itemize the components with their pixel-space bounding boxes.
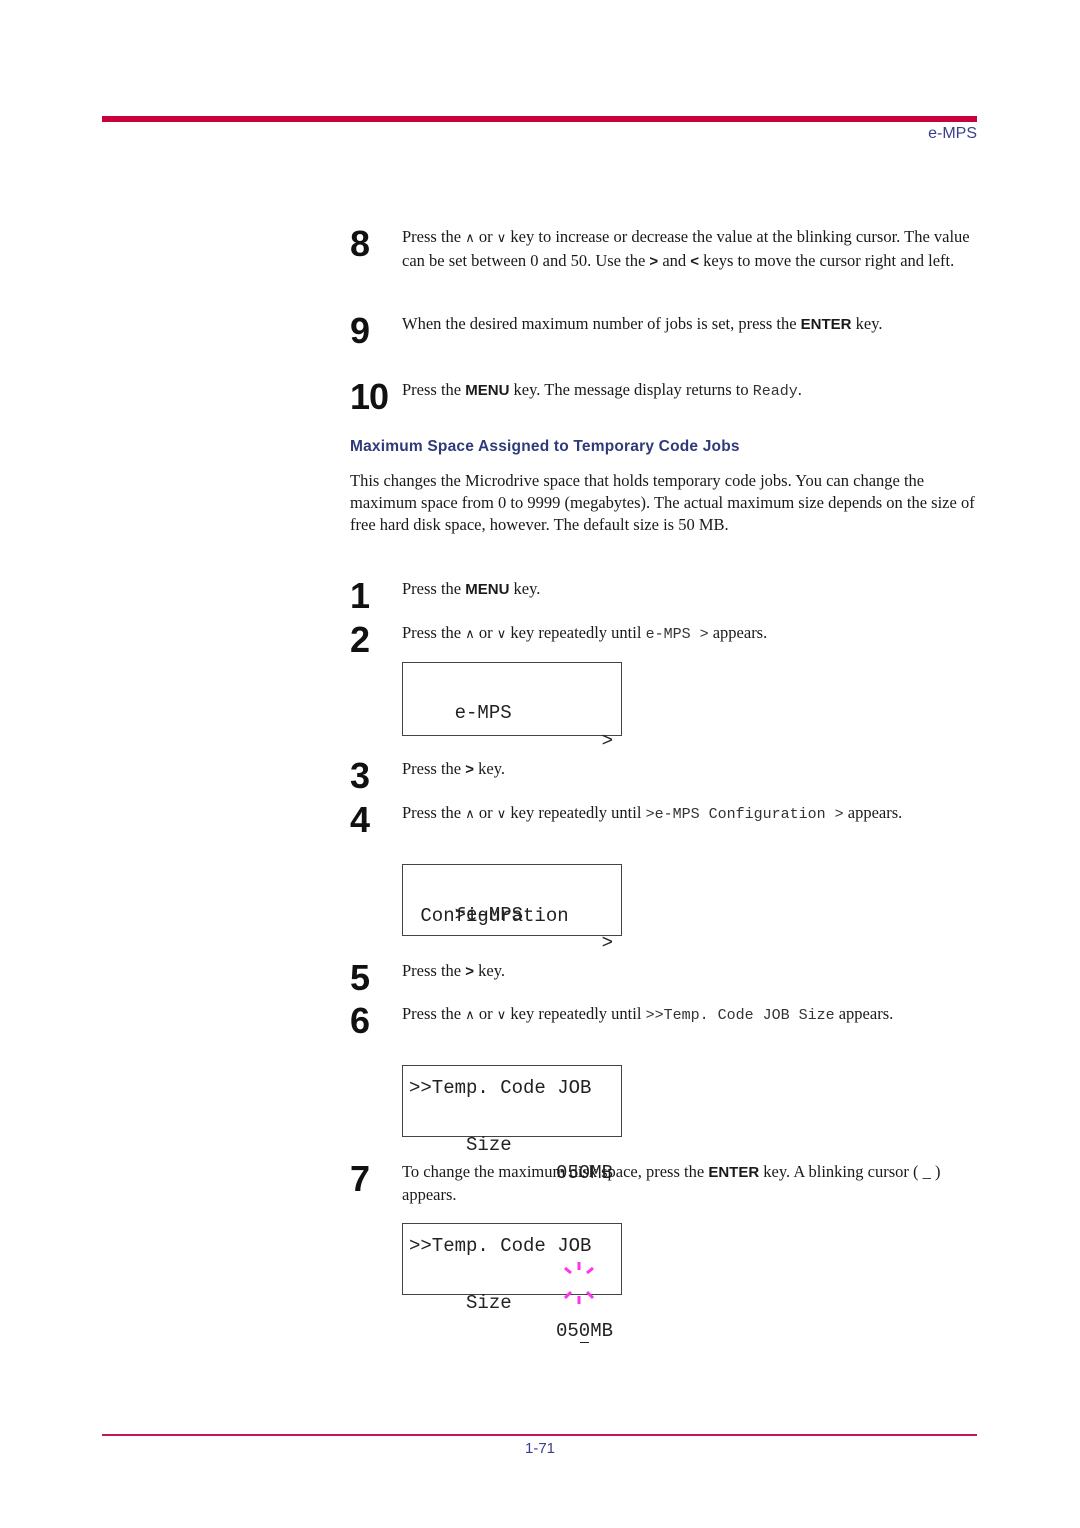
step-text: Press the MENU key. [402, 578, 977, 601]
text: Press the [402, 961, 466, 980]
down-arrow-icon: ∨ [496, 231, 507, 246]
down-arrow-icon: ∨ [496, 627, 507, 642]
step-number: 2 [350, 619, 370, 660]
step-text: Press the ∧ or ∨ key repeatedly until >>… [402, 1003, 977, 1027]
lcd-line-2: Configuration [409, 905, 569, 927]
lcd-display-emps-configuration: >e-MPS > Configuration [402, 864, 622, 954]
text: Press the [402, 803, 466, 822]
text: key repeatedly until [506, 803, 646, 822]
key-label: > [649, 253, 659, 270]
text: key. [509, 579, 541, 598]
header-rule [102, 116, 977, 122]
key-label: ENTER [708, 1164, 760, 1181]
text: Press the [402, 579, 466, 598]
key-label: > [465, 963, 475, 980]
up-arrow-icon: ∧ [465, 231, 475, 246]
ray [564, 1266, 572, 1275]
lcd-line-2 [409, 700, 613, 728]
step-text: To change the maximum disk space, press … [402, 1161, 977, 1206]
blinking-cursor-rays-icon [563, 1262, 595, 1304]
step-text: Press the MENU key. The message display … [402, 379, 977, 403]
text: keys to move the cursor right and left. [699, 251, 955, 270]
lcd-line-1: e-MPS > [454, 702, 613, 752]
section-heading: Maximum Space Assigned to Temporary Code… [350, 438, 740, 455]
text: key. The message display returns to [509, 380, 753, 399]
text: Press the [402, 227, 466, 246]
footer-rule [102, 1434, 977, 1436]
down-arrow-icon: ∨ [496, 1008, 507, 1023]
text: key. [851, 314, 883, 333]
up-arrow-icon: ∧ [465, 807, 475, 822]
step-text: Press the ∧ or ∨ key to increase or decr… [402, 226, 977, 273]
text: or [474, 1004, 497, 1023]
ray [563, 1290, 573, 1300]
text: or [474, 623, 497, 642]
step-number: 6 [350, 1000, 370, 1041]
text: Press the [402, 380, 466, 399]
step-number: 4 [350, 799, 370, 840]
step-text: Press the ∧ or ∨ key repeatedly until >e… [402, 802, 977, 826]
key-label: > [465, 761, 475, 778]
text: Press the [402, 1004, 466, 1023]
down-arrow-icon: ∨ [496, 807, 507, 822]
display-message: >e-MPS Configuration > [645, 806, 844, 823]
text: appears. [708, 623, 768, 642]
key-label: MENU [465, 581, 510, 598]
step-number: 3 [350, 755, 370, 796]
text: key repeatedly until [506, 1004, 646, 1023]
lcd-line-1: >>Temp. Code JOB [409, 1077, 592, 1099]
text: or [474, 227, 497, 246]
step-text: Press the > key. [402, 758, 977, 781]
text: Press the [402, 759, 466, 778]
up-arrow-icon: ∧ [465, 627, 475, 642]
page-number: 1-71 [524, 1440, 556, 1457]
step-number: 8 [350, 223, 370, 264]
key-label: MENU [465, 382, 510, 399]
text: or [474, 803, 497, 822]
header-section-title: e-MPS [928, 125, 977, 142]
step-number: 9 [350, 310, 370, 351]
text: To change the maximum disk space, press … [402, 1162, 709, 1181]
ray [586, 1266, 594, 1275]
lcd-value: 050MB [556, 1317, 613, 1345]
lcd-line-2: Size 050MB [454, 1134, 613, 1184]
step-text: Press the ∧ or ∨ key repeatedly until e-… [402, 622, 977, 646]
ray [585, 1290, 595, 1300]
step-number: 1 [350, 575, 370, 616]
display-message: Ready [752, 383, 798, 400]
lcd-display-temp-code-job-size: >>Temp. Code JOB Size 050MB [402, 1065, 622, 1184]
key-label: < [690, 253, 700, 270]
text: key. [474, 961, 506, 980]
text: appears. [843, 803, 903, 822]
display-message: e-MPS > [645, 626, 709, 643]
text: When the desired maximum number of jobs … [402, 314, 801, 333]
key-label: ENTER [800, 316, 852, 333]
text: key repeatedly until [506, 623, 646, 642]
step-number: 7 [350, 1158, 370, 1199]
up-arrow-icon: ∧ [465, 1008, 475, 1023]
text: Press the [402, 623, 466, 642]
text: appears. [834, 1004, 894, 1023]
step-number: 10 [350, 376, 389, 417]
lcd-line-1: >e-MPS > [454, 904, 613, 954]
step-text: When the desired maximum number of jobs … [402, 313, 977, 336]
step-text: Press the > key. [402, 960, 977, 983]
text: and [658, 251, 691, 270]
text: . [797, 380, 802, 399]
lcd-display-emps: e-MPS > [402, 662, 622, 752]
section-intro: This changes the Microdrive space that h… [350, 471, 975, 534]
step-number: 5 [350, 957, 370, 998]
display-message: >>Temp. Code JOB Size [645, 1007, 835, 1024]
text: key. [474, 759, 506, 778]
blinking-cursor: 0 [579, 1317, 590, 1345]
lcd-line-1: >>Temp. Code JOB [409, 1235, 592, 1257]
